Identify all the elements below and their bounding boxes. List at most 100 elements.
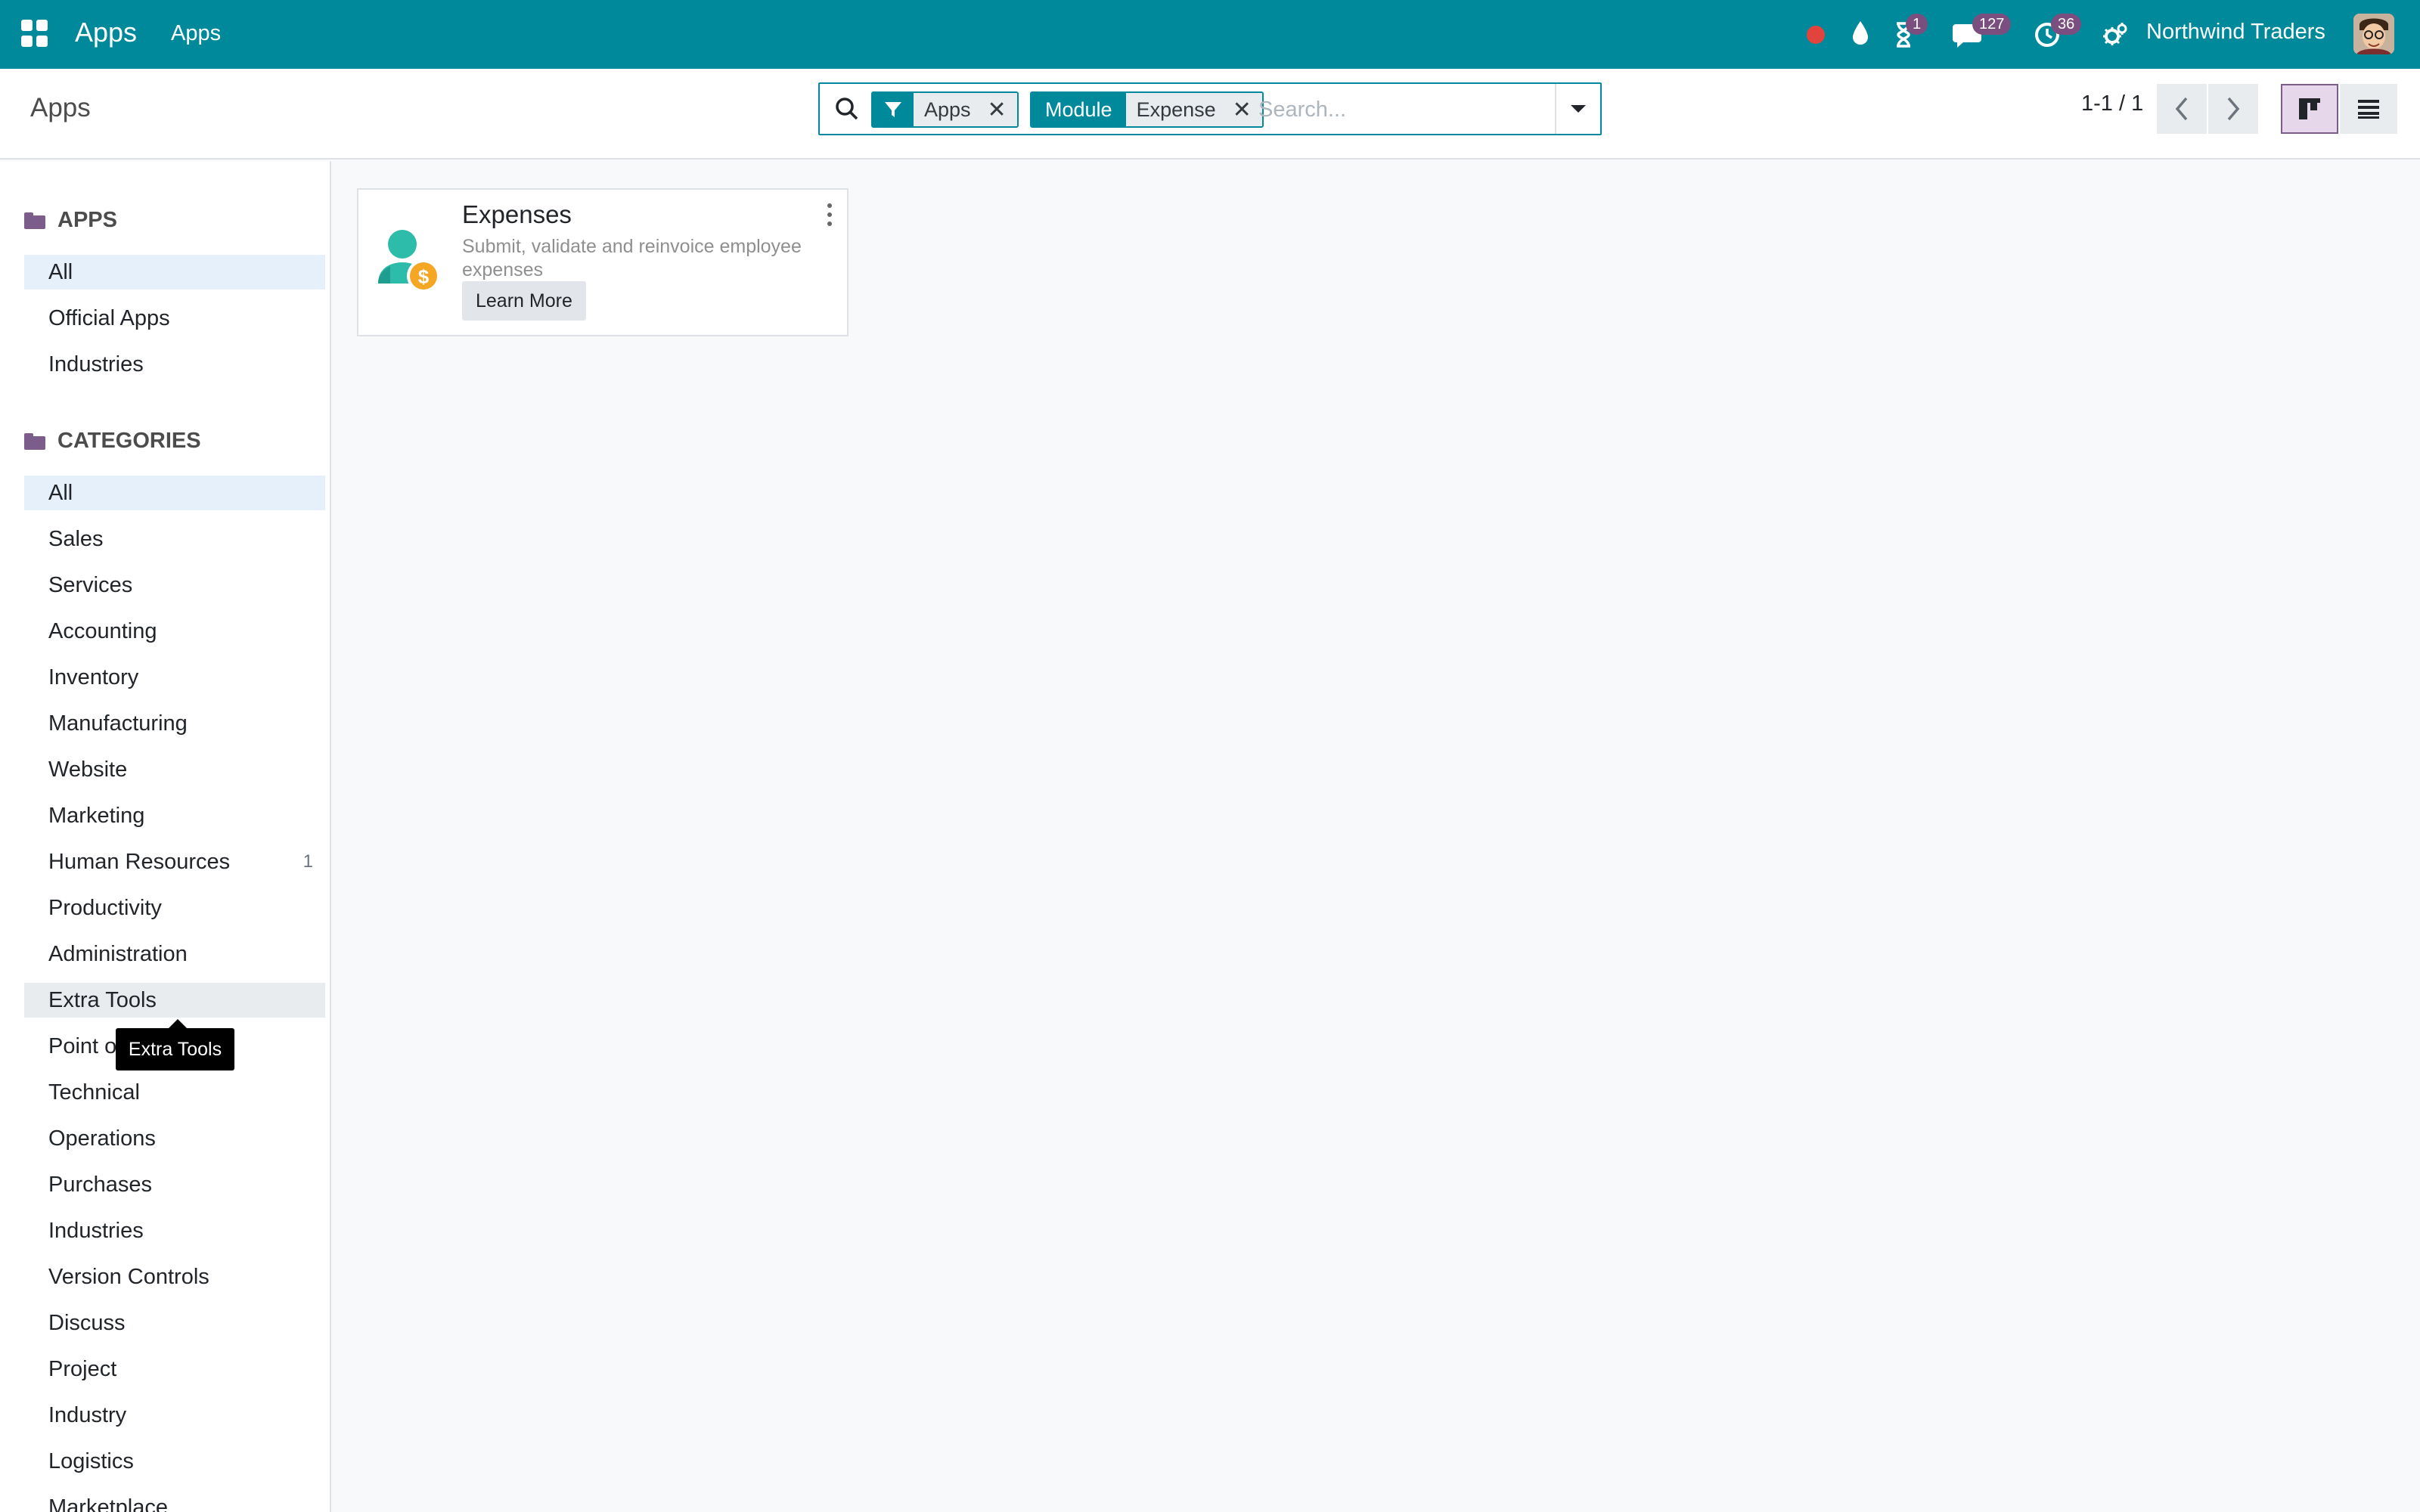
category-filter-item[interactable]: Logistics: [24, 1444, 325, 1479]
recording-indicator-icon[interactable]: [1803, 0, 1829, 69]
app-brand[interactable]: Apps: [75, 17, 137, 48]
category-filter-label: Sales: [48, 526, 104, 551]
search-panel-sidebar: APPS All Official Apps Industries CATEGO…: [0, 161, 331, 1512]
menu-item-apps[interactable]: Apps: [171, 21, 221, 46]
search-options-toggle[interactable]: [1555, 84, 1600, 134]
chevron-right-icon: [2227, 97, 2240, 121]
filter-facet-value-wrap: Apps ✕: [914, 93, 1017, 126]
category-filter-label: Extra Tools: [48, 987, 157, 1012]
category-filter-item[interactable]: Project: [24, 1352, 325, 1387]
pager-previous-button[interactable]: [2157, 84, 2207, 134]
category-filter-item[interactable]: Marketing: [24, 798, 325, 833]
remove-facet-icon[interactable]: ✕: [988, 97, 1007, 123]
drop-icon[interactable]: [1847, 0, 1874, 69]
category-filter-label: All: [48, 480, 73, 505]
category-filter-label: Productivity: [48, 895, 162, 920]
category-filter-item[interactable]: Marketplace: [24, 1490, 325, 1512]
category-filter-label: Marketing: [48, 803, 145, 828]
list-view-button[interactable]: [2340, 84, 2397, 134]
apps-filter-label: Official Apps: [48, 305, 170, 330]
apps-filter-official[interactable]: Official Apps: [24, 301, 325, 336]
tooltip: Extra Tools: [116, 1019, 234, 1070]
category-filter-label: Administration: [48, 941, 188, 966]
category-filter-label: Human Resources: [48, 849, 231, 874]
category-filter-label: Manufacturing: [48, 711, 188, 736]
category-filter-item[interactable]: Manufacturing: [24, 706, 325, 741]
list-view-icon: [2358, 100, 2379, 119]
clock-icon[interactable]: 36: [2033, 0, 2086, 69]
module-facet-value-wrap: Expense ✕: [1125, 93, 1262, 126]
search-box[interactable]: Apps ✕ Module Expense ✕: [818, 82, 1602, 135]
card-menu-icon[interactable]: [824, 203, 835, 226]
category-filter-label: Accounting: [48, 618, 157, 643]
category-filter-item[interactable]: Sales: [24, 522, 325, 556]
category-filter-label: Version Controls: [48, 1264, 209, 1289]
apps-filter-all[interactable]: All: [24, 255, 325, 290]
module-facet-value: Expense: [1136, 98, 1216, 121]
company-switcher[interactable]: Northwind Traders: [2146, 20, 2325, 45]
search-input[interactable]: [1258, 91, 1546, 128]
category-filter-label: Project: [48, 1356, 117, 1381]
filter-icon: [873, 93, 914, 126]
search-icon: [836, 98, 858, 120]
remove-facet-icon[interactable]: ✕: [1233, 97, 1252, 123]
activity-icon[interactable]: 1: [1891, 0, 1936, 69]
category-filter-label: Industries: [48, 1218, 144, 1243]
category-filter-item[interactable]: Inventory: [24, 660, 325, 695]
category-filter-item[interactable]: Operations: [24, 1121, 325, 1156]
category-filter-item[interactable]: Industries: [24, 1213, 325, 1248]
category-filter-item[interactable]: Productivity: [24, 891, 325, 925]
clock-badge: 36: [2051, 14, 2082, 35]
category-filter-item[interactable]: Website: [24, 752, 325, 787]
apps-filter-industries[interactable]: Industries: [24, 347, 325, 382]
kanban-view-icon: [2299, 98, 2320, 119]
category-filter-item[interactable]: Administration: [24, 937, 325, 971]
app-card-title[interactable]: Expenses: [462, 200, 572, 229]
filter-facet-value: Apps: [924, 98, 971, 121]
category-filter-item[interactable]: Extra Tools: [24, 983, 325, 1018]
category-filter-item[interactable]: Industry: [24, 1398, 325, 1433]
category-filter-label: Discuss: [48, 1310, 126, 1335]
categories-section-title: CATEGORIES: [57, 429, 201, 453]
pager-value[interactable]: 1-1 / 1: [2081, 91, 2143, 116]
folder-icon: [24, 212, 45, 229]
module-facet[interactable]: Module Expense ✕: [1030, 91, 1264, 128]
category-filter-label: Marketplace: [48, 1495, 168, 1512]
app-card-expenses[interactable]: $ Expenses Submit, validate and reinvoic…: [357, 188, 849, 336]
module-facet-label: Module: [1032, 93, 1126, 126]
category-filter-label: Services: [48, 572, 133, 597]
top-navbar: Apps Apps 1 127 36 Northwind Traders: [0, 0, 2420, 69]
category-filter-item[interactable]: Discuss: [24, 1306, 325, 1340]
breadcrumb: Apps: [30, 93, 91, 122]
category-filter-item[interactable]: Services: [24, 568, 325, 603]
category-filter-label: Purchases: [48, 1172, 153, 1197]
messages-icon[interactable]: 127: [1951, 0, 2012, 69]
category-filter-item[interactable]: Version Controls: [24, 1259, 325, 1294]
category-filter-label: Industry: [48, 1402, 127, 1427]
app-grid-icon[interactable]: [21, 20, 48, 47]
settings-gears-icon[interactable]: [2101, 0, 2131, 69]
activity-badge: 1: [1906, 14, 1928, 35]
category-filter-label: Website: [48, 757, 128, 782]
caret-down-icon: [1571, 105, 1586, 113]
filter-facet[interactable]: Apps ✕: [871, 91, 1019, 128]
apps-filter-label: Industries: [48, 352, 144, 376]
category-filter-item[interactable]: Technical: [24, 1075, 325, 1110]
kanban-view-button[interactable]: [2281, 84, 2338, 134]
folder-icon: [24, 432, 45, 450]
category-filter-item[interactable]: Human Resources 1: [24, 844, 325, 879]
category-filter-item[interactable]: Purchases: [24, 1167, 325, 1202]
messages-badge: 127: [1972, 14, 2012, 35]
pager-next-button[interactable]: [2208, 84, 2258, 134]
learn-more-button[interactable]: Learn More: [462, 281, 586, 321]
apps-filter-label: All: [48, 259, 73, 284]
category-filter-item[interactable]: All: [24, 476, 325, 510]
category-count: 1: [302, 851, 313, 872]
apps-section-title: APPS: [57, 208, 117, 232]
user-avatar[interactable]: [2353, 14, 2394, 54]
category-filter-label: Logistics: [48, 1448, 134, 1473]
category-filter-label: Operations: [48, 1126, 156, 1151]
category-filter-item[interactable]: Accounting: [24, 614, 325, 649]
category-filter-label: Technical: [48, 1080, 140, 1105]
category-filter-label: Inventory: [48, 665, 139, 689]
